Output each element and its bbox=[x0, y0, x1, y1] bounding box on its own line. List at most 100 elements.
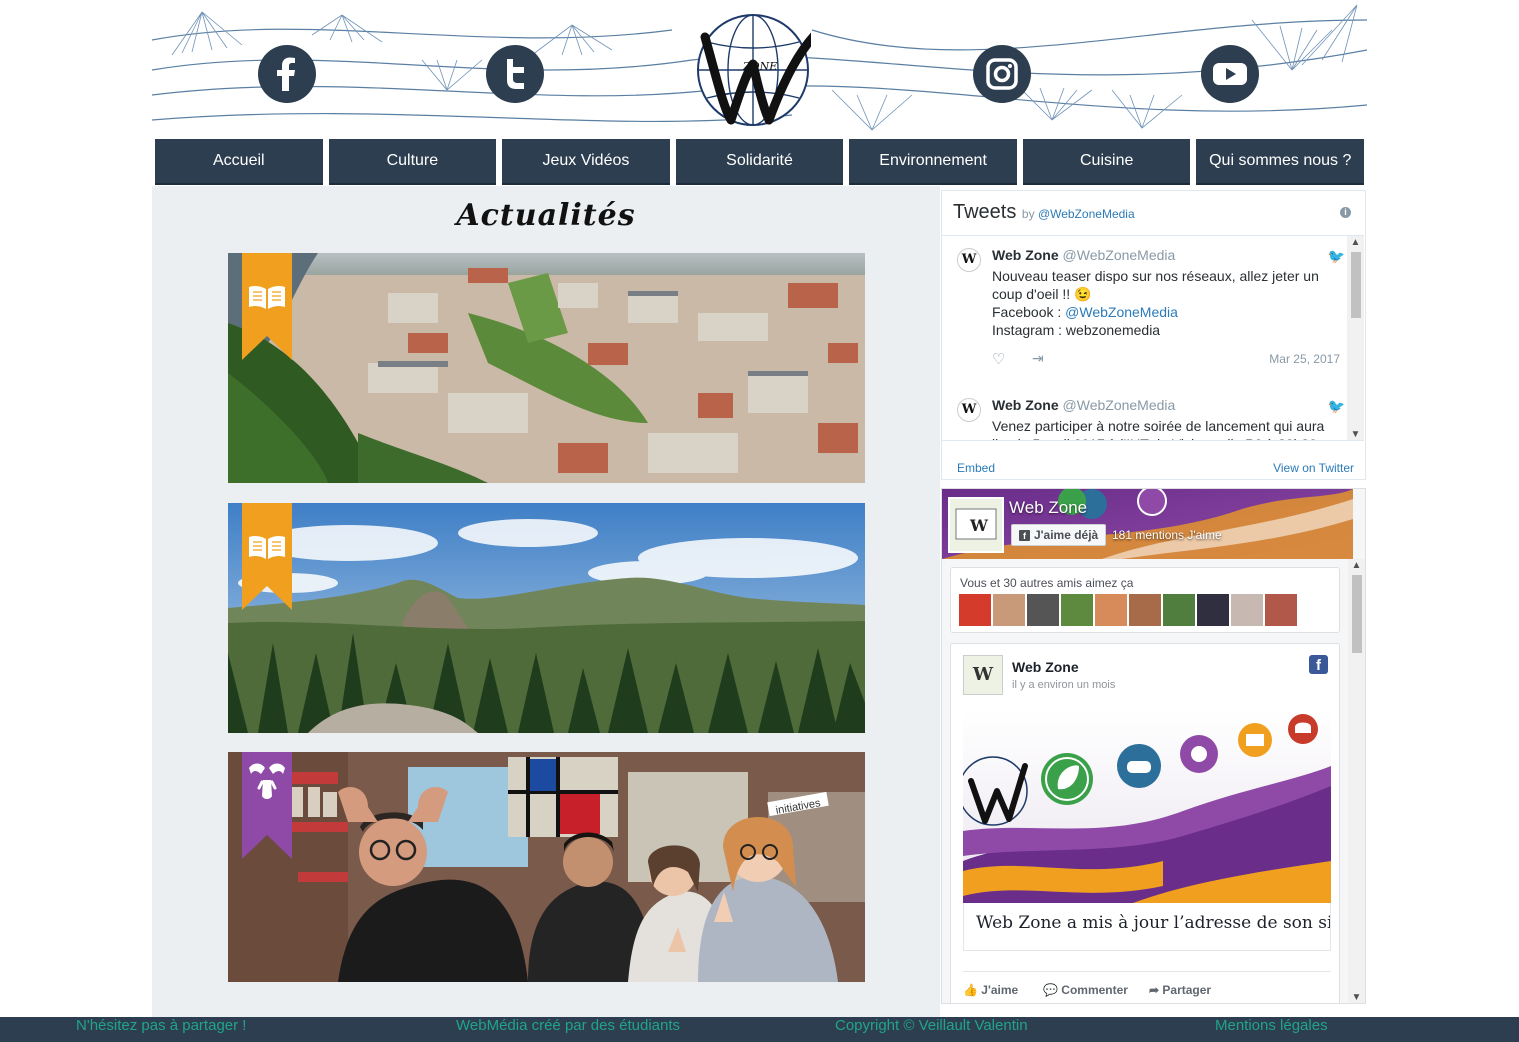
like-post-label: J'aime bbox=[981, 983, 1019, 997]
facebook-widget: W Web Zone f J'aime déjà 181 mentions J'a… bbox=[941, 488, 1366, 1004]
page-avatar-image: W bbox=[950, 499, 1002, 551]
scroll-down-icon[interactable]: ▼ bbox=[1348, 991, 1365, 1003]
news-photo-students: initiatives bbox=[228, 752, 865, 982]
news-card[interactable] bbox=[228, 253, 865, 483]
tweet-feed-scrollbar[interactable]: ▲ ▼ bbox=[1347, 236, 1364, 440]
tweets-title: Tweets bbox=[953, 201, 1017, 223]
tweet-feed: W Web Zone @WebZoneMedia 🐦 Nouveau tease… bbox=[942, 235, 1364, 441]
tweet-actions: ♡ ⇥ Mar 25, 2017 bbox=[992, 350, 1340, 368]
facebook-f-icon: f bbox=[1019, 530, 1030, 541]
tweet-facebook-label: Facebook : bbox=[992, 304, 1066, 320]
friends-like-text: Vous et 30 autres amis aimez ça bbox=[960, 576, 1134, 590]
nav-jeux-videos[interactable]: Jeux Vidéos bbox=[502, 139, 670, 185]
info-icon[interactable]: i bbox=[1340, 207, 1351, 218]
twitter-link[interactable] bbox=[486, 45, 544, 103]
logo-text: ZONE bbox=[742, 60, 777, 73]
friend-avatar[interactable] bbox=[1027, 594, 1059, 626]
svg-text:W: W bbox=[969, 516, 989, 535]
post-image-graphic bbox=[963, 711, 1331, 903]
facebook-feed-scrollbar[interactable]: ▲ ▼ bbox=[1348, 559, 1365, 1003]
tweets-handle-link[interactable]: @WebZoneMedia bbox=[1038, 207, 1135, 221]
share-post-label: Partager bbox=[1162, 983, 1212, 997]
main-nav: Accueil Culture Jeux Vidéos Solidarité E… bbox=[152, 139, 1367, 185]
tweet-text: Venez participer à notre soirée de lance… bbox=[992, 418, 1325, 440]
post-author-name[interactable]: Web Zone bbox=[1012, 659, 1079, 675]
facebook-link[interactable] bbox=[258, 45, 316, 103]
news-section: Actualités initiatives bbox=[152, 186, 940, 1017]
facebook-post: W Web Zone il y a environ un mois f Web … bbox=[950, 643, 1340, 1003]
twitter-icon bbox=[507, 59, 524, 89]
tweet-date[interactable]: Mar 25, 2017 bbox=[1269, 352, 1340, 366]
friend-avatar[interactable] bbox=[1061, 594, 1093, 626]
friend-avatar[interactable] bbox=[993, 594, 1025, 626]
sidebar: Tweets by @WebZoneMedia i W Web Zone @We… bbox=[940, 186, 1367, 1017]
nav-cuisine[interactable]: Cuisine bbox=[1022, 139, 1191, 185]
share-post-button[interactable]: ➦ Partager bbox=[1149, 983, 1211, 997]
tweet-author-name: Web Zone bbox=[992, 397, 1059, 413]
tweet-instagram-line: Instagram : webzonemedia bbox=[992, 322, 1161, 338]
friend-avatar[interactable] bbox=[959, 594, 991, 626]
youtube-icon bbox=[1213, 63, 1247, 85]
book-icon bbox=[249, 285, 285, 309]
share-arrow-icon: ➦ bbox=[1149, 983, 1160, 997]
tweet-author-name: Web Zone bbox=[992, 247, 1059, 263]
page-avatar[interactable]: W bbox=[948, 497, 1004, 553]
news-card[interactable]: initiatives bbox=[228, 752, 865, 982]
hands-icon bbox=[249, 763, 285, 799]
tweet-avatar[interactable]: W bbox=[957, 398, 981, 422]
twitter-widget: Tweets by @WebZoneMedia i W Web Zone @We… bbox=[941, 190, 1366, 480]
nav-accueil[interactable]: Accueil bbox=[155, 139, 323, 185]
scroll-up-icon[interactable]: ▲ bbox=[1348, 559, 1365, 573]
youtube-link[interactable] bbox=[1201, 45, 1259, 103]
instagram-icon bbox=[986, 58, 1018, 90]
news-card[interactable] bbox=[228, 503, 865, 733]
friend-avatar[interactable] bbox=[1129, 594, 1161, 626]
post-author-avatar[interactable]: W bbox=[963, 655, 1003, 695]
scrollbar-thumb[interactable] bbox=[1351, 252, 1361, 318]
tweet-avatar[interactable]: W bbox=[957, 248, 981, 272]
footer: N'hésitez pas à partager ! WebMédia créé… bbox=[0, 1017, 1519, 1042]
tweets-by: by @WebZoneMedia bbox=[1022, 207, 1135, 221]
friend-avatar[interactable] bbox=[1197, 594, 1229, 626]
tweet-mention-link[interactable]: @WebZoneMedia bbox=[1065, 304, 1178, 320]
page-title: Actualités bbox=[456, 198, 636, 233]
tweet-facebook-line: Facebook : @WebZoneMedia bbox=[992, 303, 1337, 321]
nav-solidarite[interactable]: Solidarité bbox=[675, 139, 844, 185]
footer-legal-link[interactable]: Mentions légales bbox=[1215, 1017, 1328, 1035]
share-icon[interactable]: ⇥ bbox=[1032, 350, 1044, 367]
site-logo[interactable]: ZONE bbox=[695, 12, 811, 128]
facebook-cover[interactable]: W Web Zone f J'aime déjà 181 mentions J'a… bbox=[942, 489, 1353, 559]
scroll-up-icon[interactable]: ▲ bbox=[1347, 236, 1364, 250]
news-photo-city bbox=[228, 253, 865, 483]
like-post-button[interactable]: 👍 J'aime bbox=[963, 983, 1018, 997]
post-caption[interactable]: Web Zone a mis à jour l’adresse de son s… bbox=[963, 903, 1331, 951]
friends-like-box: Vous et 30 autres amis aimez ça bbox=[950, 567, 1340, 633]
comment-post-button[interactable]: 💬 Commenter bbox=[1043, 983, 1128, 997]
friend-avatar[interactable] bbox=[1265, 594, 1297, 626]
post-image[interactable] bbox=[963, 711, 1331, 903]
facebook-page-name[interactable]: Web Zone bbox=[1009, 498, 1087, 518]
heart-icon[interactable]: ♡ bbox=[992, 350, 1005, 368]
nav-culture[interactable]: Culture bbox=[328, 139, 497, 185]
twitter-widget-header: Tweets by @WebZoneMedia bbox=[953, 201, 1135, 224]
friend-avatar[interactable] bbox=[1231, 594, 1263, 626]
post-timestamp[interactable]: il y a environ un mois bbox=[1012, 679, 1115, 691]
facebook-logo-icon[interactable]: f bbox=[1309, 655, 1328, 674]
embed-link[interactable]: Embed bbox=[957, 461, 995, 475]
view-on-twitter-link[interactable]: View on Twitter bbox=[1273, 461, 1354, 475]
like-page-button[interactable]: f J'aime déjà bbox=[1011, 524, 1107, 546]
friend-avatar[interactable] bbox=[1095, 594, 1127, 626]
friend-avatar[interactable] bbox=[1163, 594, 1195, 626]
scrollbar-thumb[interactable] bbox=[1352, 575, 1362, 653]
news-photo-mountain bbox=[228, 503, 865, 733]
nav-environnement[interactable]: Environnement bbox=[849, 139, 1017, 185]
tweet-author[interactable]: Web Zone @WebZoneMedia bbox=[992, 397, 1175, 413]
tweet-author[interactable]: Web Zone @WebZoneMedia bbox=[992, 247, 1175, 263]
nav-qui-sommes-nous[interactable]: Qui sommes nous ? bbox=[1196, 139, 1365, 185]
thumbs-up-icon: 👍 bbox=[963, 983, 978, 997]
scroll-down-icon[interactable]: ▼ bbox=[1347, 428, 1364, 440]
facebook-icon bbox=[277, 57, 295, 91]
instagram-link[interactable] bbox=[973, 45, 1031, 103]
page-likes-count: 181 mentions J'aime bbox=[1112, 528, 1222, 542]
footer-about-text: WebMédia créé par des étudiants bbox=[456, 1017, 681, 1034]
